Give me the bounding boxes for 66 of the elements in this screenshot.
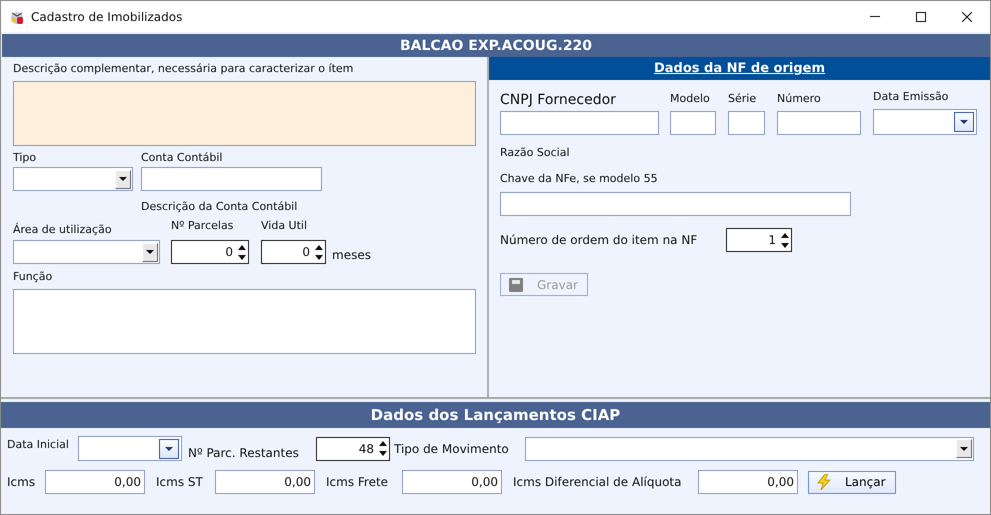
close-icon xyxy=(962,12,972,22)
window-title: Cadastro de Imobilizados xyxy=(31,10,184,24)
caret-icon xyxy=(165,446,173,450)
field-label: CNPJ Fornecedor xyxy=(500,92,617,108)
spinner-arrows-icon xyxy=(781,232,789,248)
account-field[interactable] xyxy=(141,167,322,191)
access-key-field[interactable] xyxy=(500,192,851,216)
spinner-arrows-icon xyxy=(379,440,387,457)
field-label: Icms xyxy=(7,475,36,489)
date-field[interactable] xyxy=(78,436,182,461)
input-field[interactable] xyxy=(728,111,765,135)
input-field[interactable] xyxy=(777,111,861,135)
caret-icon xyxy=(119,177,127,181)
caret-icon xyxy=(146,250,154,254)
amount-field[interactable]: 0,00 xyxy=(45,470,145,494)
field-label: Data Inicial xyxy=(7,437,70,451)
amount-field[interactable]: 0,00 xyxy=(215,470,315,494)
spin-field[interactable]: 48 xyxy=(316,436,390,460)
field-label: Área de utilização xyxy=(13,223,113,236)
field-label: Nº Parc. Restantes xyxy=(188,446,300,460)
field-label: Icms Diferencial de Alíquota xyxy=(513,475,682,489)
field-label: Chave da NFe, se modelo 55 xyxy=(500,172,659,185)
minimize-icon xyxy=(870,16,880,17)
spinner-arrows-icon xyxy=(315,244,323,260)
field-label: Série xyxy=(728,92,758,105)
input-field[interactable] xyxy=(500,111,659,135)
section-header: Dados dos Lançamentos CIAP xyxy=(1,402,990,428)
field-label: Tipo de Movimento xyxy=(394,442,510,456)
field-label: Descrição da Conta Contábil xyxy=(141,200,298,213)
description-field[interactable] xyxy=(13,81,476,146)
maximize-icon xyxy=(916,12,926,22)
spin-value: 0 xyxy=(302,245,310,259)
field-label: Conta Contábil xyxy=(141,151,222,164)
spin-field[interactable]: 0 xyxy=(171,240,249,264)
input-field[interactable] xyxy=(670,111,716,135)
field-label: Número xyxy=(777,92,822,105)
caret-icon xyxy=(960,120,968,124)
field-label: Nº Parcelas xyxy=(171,219,234,232)
lightning-icon xyxy=(817,474,831,490)
section-header: Dados da NF de origem xyxy=(489,57,990,80)
dropdown-button[interactable] xyxy=(954,112,974,132)
spin-field[interactable]: 0 xyxy=(261,240,326,264)
date-field[interactable] xyxy=(873,109,977,135)
unit-label: meses xyxy=(332,248,371,262)
field-label: Icms ST xyxy=(156,475,204,489)
amount-field[interactable]: 0,00 xyxy=(698,470,798,494)
caret-icon xyxy=(960,446,968,450)
field-label: Modelo xyxy=(670,92,711,105)
field-label: Vida Util xyxy=(261,219,308,232)
spin-field[interactable]: 1 xyxy=(726,228,792,252)
field-label: Data Emissão xyxy=(873,90,950,103)
dropdown-button[interactable] xyxy=(159,438,179,458)
item-title-bar: BALCAO EXP.ACOUG.220 xyxy=(2,34,990,57)
spin-value: 48 xyxy=(358,442,374,456)
field-label: Número de ordem do item na NF xyxy=(500,233,698,247)
function-field[interactable] xyxy=(13,289,476,354)
launch-button[interactable]: Lançar xyxy=(808,470,896,494)
amount-field[interactable]: 0,00 xyxy=(402,470,502,494)
spinner-arrows-icon xyxy=(238,244,246,260)
field-label: Tipo xyxy=(13,151,38,164)
spin-value: 0 xyxy=(225,245,233,259)
field-label: Icms Frete xyxy=(326,475,390,489)
field-label: Descrição complementar, necessária para caracterizar o ítem xyxy=(13,62,354,75)
field-label: Função xyxy=(13,270,54,283)
field-label: Razão Social xyxy=(500,146,570,159)
spin-value: 1 xyxy=(768,233,776,247)
